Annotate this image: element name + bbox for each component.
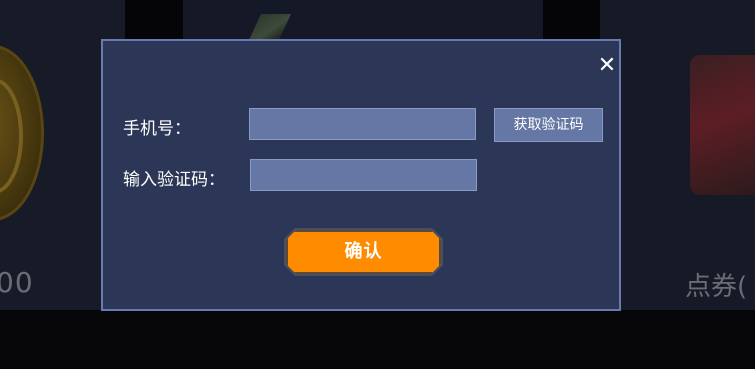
get-code-button[interactable]: 获取验证码 xyxy=(494,108,603,142)
coin-ring xyxy=(0,78,23,194)
left-item-price: 00 xyxy=(0,266,34,299)
confirm-button[interactable]: 确认 xyxy=(286,230,441,274)
phone-verification-dialog: ✕ 手机号： 获取验证码 输入验证码： 确认 xyxy=(101,39,621,311)
close-icon[interactable]: ✕ xyxy=(596,55,618,77)
bottom-bar xyxy=(0,310,755,369)
phone-input[interactable] xyxy=(249,108,476,140)
item-thumbnail-icon xyxy=(690,55,755,195)
game-store-screen: 00 点券( ✕ 手机号： 获取验证码 输入验证码： 确认 xyxy=(0,0,755,369)
phone-label: 手机号： xyxy=(123,119,191,139)
verification-code-input[interactable] xyxy=(250,159,477,191)
right-item-price-label: 点券( xyxy=(685,272,748,302)
code-label: 输入验证码： xyxy=(123,170,225,190)
